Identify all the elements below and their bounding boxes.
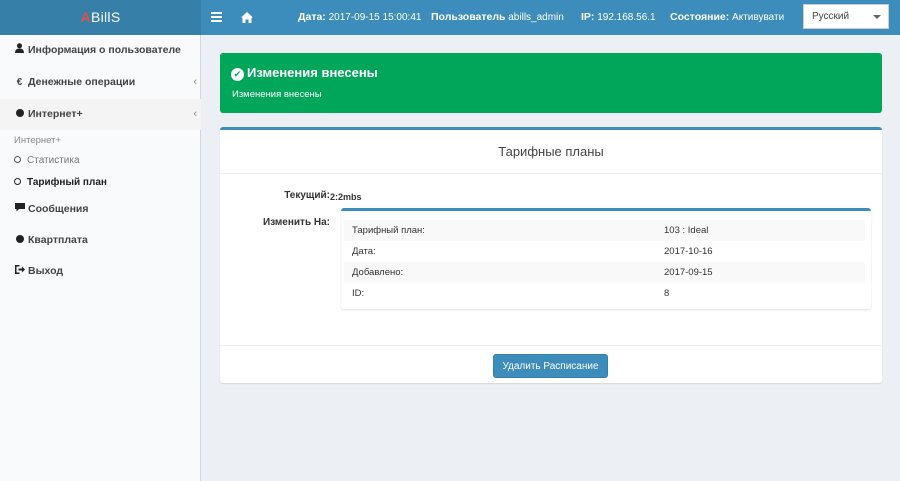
sidebar-item-internet[interactable]: Интернет+ ‹ [0,99,201,130]
user-icon [13,35,26,66]
user-value: abills_admin [508,12,564,23]
session-ip: IP: 192.168.56.1 [581,0,656,35]
scheduled-change-panel: Тарифный план: 103 : Ideal Дата: 2017-10… [341,208,871,309]
sidebar-item-label: Денежные операции [28,76,136,88]
current-plan-label: Текущий: [284,190,330,201]
row-key: Тарифный план: [352,225,425,236]
comment-icon [13,194,26,225]
menu-icon[interactable] [204,0,228,35]
date-label: Дата: [298,11,326,23]
sidebar-item-money[interactable]: € Денежные операции ‹ [0,67,201,98]
alert-title-text: Изменения внесены [247,65,378,80]
state-label: Состояние: [670,11,730,23]
chevron-left-icon: ‹ [193,108,197,120]
session-date: Дата: 2017-09-15 15:00:41 [298,0,421,35]
table-row: Добавлено: 2017-09-15 [344,262,865,283]
alert-message: Изменения внесены [232,89,322,100]
row-value: 103 : Ideal [664,225,709,236]
sidebar-item-label: Квартплата [28,234,88,246]
caret-down-icon [873,15,881,19]
circle-outline-icon [14,177,21,185]
row-value: 8 [664,288,670,299]
row-value: 2017-10-16 [664,246,713,257]
submenu-header: Интернет+ [14,135,61,146]
logout-icon [13,256,26,287]
row-key: Дата: [352,246,376,257]
table-row: Тарифный план: 103 : Ideal [344,220,865,241]
sidebar: Информация о пользователе € Денежные опер… [0,35,201,481]
chevron-left-icon: ‹ [193,76,197,88]
subitem-label: Статистика [27,155,80,166]
top-navbar: ABillS Дата: 2017-09-15 15:00:41 Пользов… [0,0,900,35]
ip-label: IP: [581,11,595,23]
session-user: Пользователь abills_admin [431,0,564,35]
circle-icon [13,99,26,130]
current-plan-value: 2:2mbs [330,192,362,202]
row-value: 2017-09-15 [664,267,713,278]
state-value: Активувати [732,12,785,23]
table-row: ID: 8 [344,283,865,304]
sidebar-item-utilities[interactable]: Квартплата [0,225,201,256]
euro-icon: € [16,77,23,88]
session-state: Состояние: Активувати [670,0,784,35]
sidebar-item-logout[interactable]: Выход [0,256,201,287]
row-key: ID: [352,288,365,299]
sidebar-item-label: Информация о пользователе [28,44,181,56]
user-label: Пользователь [431,11,506,23]
home-icon[interactable] [235,0,259,35]
language-value: Русский [812,11,850,22]
language-select[interactable]: Русский [803,4,889,29]
row-key: Добавлено: [352,267,404,278]
check-circle-icon: ✔ [231,68,244,81]
date-value: 2017-09-15 15:00:41 [328,12,422,23]
success-alert: ✔ Изменения внесены Изменения внесены [220,53,882,113]
sidebar-subitem-tariff-plan[interactable]: Тарифный план [14,173,107,193]
sidebar-item-label: Интернет+ [28,108,83,120]
change-plan-label: Изменить На: [263,217,330,228]
schedule-table: Тарифный план: 103 : Ideal Дата: 2017-10… [344,220,865,304]
sidebar-subitem-statistics[interactable]: Статистика [14,151,80,171]
logo-text: BillS [90,9,121,25]
logo-accent: A [80,9,91,25]
circle-icon [13,225,26,256]
ip-value: 192.168.56.1 [597,12,656,23]
sidebar-item-user-info[interactable]: Информация о пользователе [0,35,201,66]
circle-outline-icon [14,155,21,163]
subitem-label: Тарифный план [27,177,107,188]
logo[interactable]: ABillS [0,0,201,35]
delete-schedule-button[interactable]: Удалить Расписание [493,354,608,378]
box-title: Тарифные планы [220,130,882,174]
tariff-plans-box: Тарифные планы Текущий: 2:2mbs Изменить … [220,127,882,383]
sidebar-item-label: Сообщения [28,203,89,215]
sidebar-item-label: Выход [28,265,64,277]
box-footer: Удалить Расписание [220,345,882,383]
table-row: Дата: 2017-10-16 [344,241,865,262]
alert-title: ✔ Изменения внесены [231,65,378,81]
sidebar-item-messages[interactable]: Сообщения [0,194,201,225]
